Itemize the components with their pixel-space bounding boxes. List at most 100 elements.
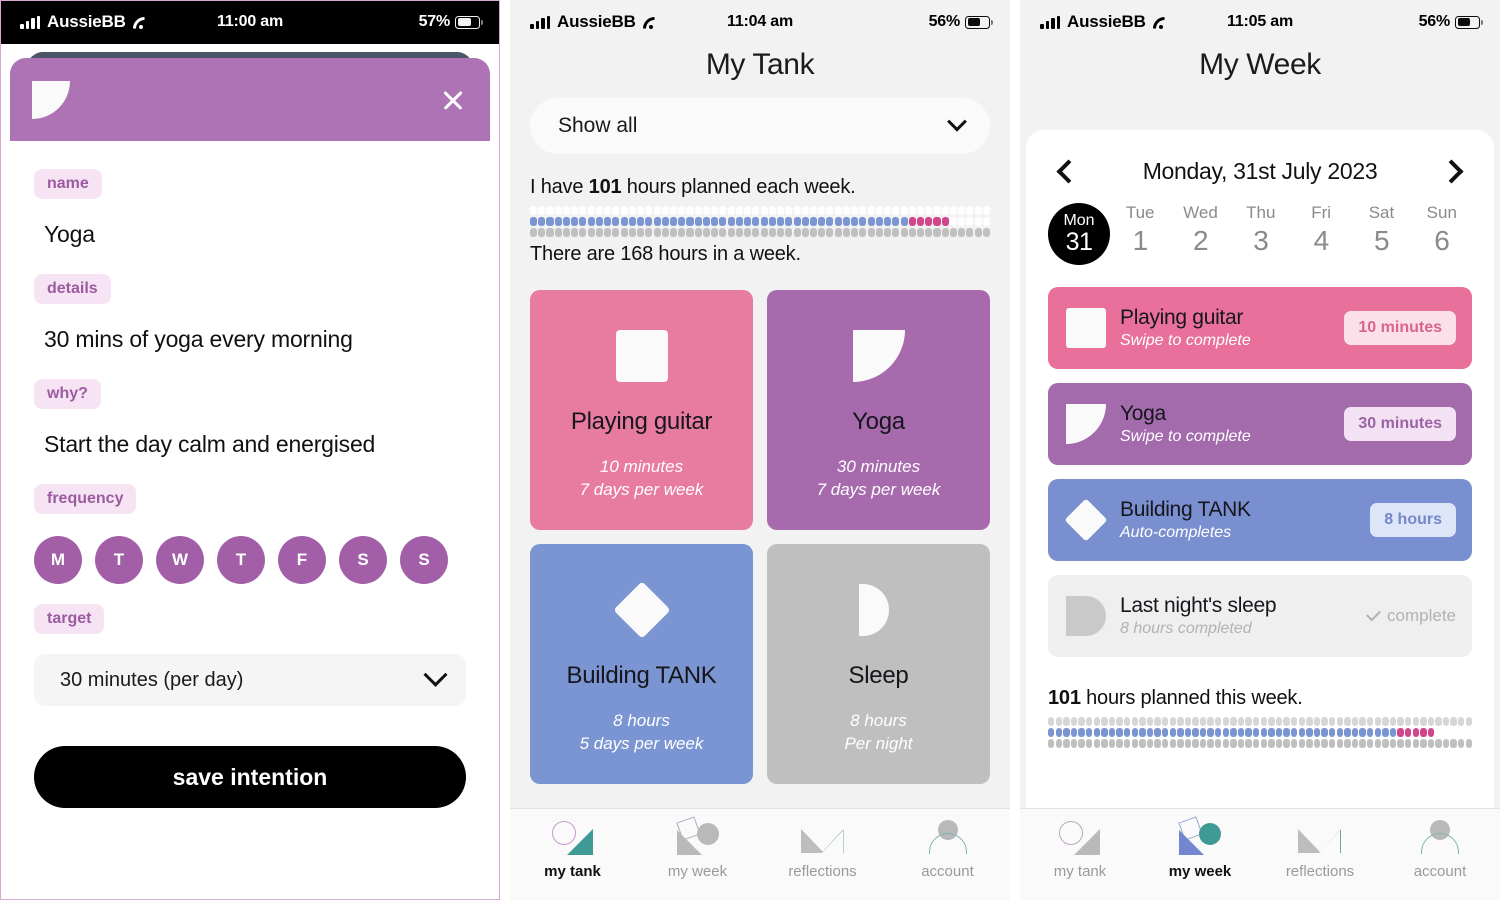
strip-segment — [1283, 739, 1290, 748]
strip-segment — [1199, 717, 1207, 726]
strip-segment — [530, 217, 538, 226]
status-left-2: AussieBB — [530, 12, 727, 32]
week-day-wed[interactable]: Wed 2 — [1170, 203, 1230, 265]
day-toggle-wed[interactable]: W — [156, 536, 204, 584]
strip-segment — [867, 217, 875, 226]
strip-segment — [1161, 717, 1169, 726]
week-day-thu[interactable]: Thu 3 — [1231, 203, 1291, 265]
strip-segment — [1450, 728, 1457, 737]
field-value-why[interactable]: Start the day calm and energised — [44, 431, 466, 458]
task-row-building-tank[interactable]: Building TANK Auto-completes 8 hours — [1048, 479, 1472, 561]
strip-segment — [1215, 739, 1222, 748]
tank-card-yoga[interactable]: Yoga 30 minutes 7 days per week — [767, 290, 990, 530]
tank-card-building-tank[interactable]: Building TANK 8 hours 5 days per week — [530, 544, 753, 784]
battery-percent-label: 56% — [928, 13, 961, 30]
tab-my-week[interactable]: my week — [635, 816, 760, 880]
filter-select[interactable]: Show all — [530, 98, 990, 154]
save-intention-button[interactable]: save intention — [34, 746, 466, 808]
strip-segment — [1359, 717, 1366, 726]
strip-segment — [744, 206, 752, 215]
strip-segment — [1412, 739, 1419, 748]
field-label-name: name — [34, 169, 102, 199]
chevron-right-icon[interactable] — [1439, 159, 1464, 184]
tab-label: account — [1413, 863, 1467, 880]
day-toggle-fri[interactable]: F — [278, 536, 326, 584]
tank-card-playing-guitar[interactable]: Playing guitar 10 minutes 7 days per wee… — [530, 290, 753, 530]
strip-segment — [637, 228, 645, 237]
panel-intention-editor: AussieBB 11:00 am 57% name Yoga details … — [0, 0, 500, 900]
tab-my-tank[interactable]: my tank — [1020, 819, 1140, 880]
field-value-details[interactable]: 30 mins of yoga every morning — [44, 326, 466, 353]
target-select-value: 30 minutes (per day) — [60, 668, 244, 691]
day-toggle-thu[interactable]: T — [217, 536, 265, 584]
strip-segment — [1063, 739, 1070, 748]
strip-segment — [842, 217, 850, 226]
tab-account[interactable]: account — [885, 819, 1010, 880]
strip-row-top — [1048, 717, 1473, 726]
week-day-fri[interactable]: Fri 4 — [1291, 203, 1351, 265]
planned-prefix: I have — [530, 176, 589, 198]
strip-segment — [974, 217, 982, 226]
week-day-num: 1 — [1132, 225, 1149, 256]
strip-segment — [982, 206, 990, 215]
target-select[interactable]: 30 minutes (per day) — [34, 654, 466, 706]
diamond-icon — [612, 581, 671, 639]
strip-segment — [1351, 739, 1359, 748]
strip-segment — [834, 228, 842, 237]
tank-card-sleep[interactable]: Sleep 8 hours Per night — [767, 544, 990, 784]
strip-segment — [661, 206, 669, 215]
strip-segment — [1146, 717, 1154, 726]
strip-segment — [1253, 717, 1260, 726]
strip-segment — [546, 206, 554, 215]
strip-segment — [661, 217, 669, 226]
tab-my-tank[interactable]: my tank — [510, 819, 635, 880]
chevron-left-icon[interactable] — [1056, 159, 1081, 184]
strip-segment — [875, 228, 883, 237]
strip-segment — [1389, 739, 1397, 748]
strip-segment — [1359, 739, 1366, 748]
day-toggle-mon[interactable]: M — [34, 536, 82, 584]
week-day-sun[interactable]: Sun 6 — [1412, 203, 1472, 265]
tank-card-line2: 7 days per week — [579, 480, 704, 500]
strip-segment — [1230, 728, 1237, 737]
week-day-tue[interactable]: Tue 1 — [1110, 203, 1170, 265]
strip-segment — [1313, 717, 1321, 726]
strip-segment — [735, 228, 743, 237]
week-day-sat[interactable]: Sat 5 — [1351, 203, 1411, 265]
day-toggle-sat[interactable]: S — [339, 536, 387, 584]
strip-segment — [1245, 717, 1252, 726]
field-value-name[interactable]: Yoga — [44, 221, 466, 248]
tab-my-week[interactable]: my week — [1140, 816, 1260, 880]
week-day-mon[interactable]: Mon 31 — [1048, 203, 1110, 265]
tab-account[interactable]: account — [1380, 819, 1500, 880]
strip-segment — [1048, 717, 1055, 726]
strip-segment — [562, 217, 570, 226]
strip-segment — [1458, 717, 1465, 726]
day-toggle-tue[interactable]: T — [95, 536, 143, 584]
close-icon[interactable] — [438, 85, 468, 115]
field-label-target: target — [34, 604, 105, 634]
week-hours-summary: 101 hours planned this week. — [1048, 687, 1473, 748]
strip-segment — [1328, 717, 1336, 726]
strip-segment — [1328, 739, 1336, 748]
task-row-last-nights-sleep[interactable]: Last night's sleep 8 hours completed com… — [1048, 575, 1472, 657]
strip-segment — [1101, 739, 1108, 748]
task-row-playing-guitar[interactable]: Playing guitar Swipe to complete 10 minu… — [1048, 287, 1472, 369]
strip-segment — [620, 217, 628, 226]
task-title: Last night's sleep — [1120, 594, 1277, 617]
strip-segment — [818, 206, 826, 215]
strip-segment — [1374, 717, 1381, 726]
tab-reflections[interactable]: reflections — [1260, 819, 1380, 880]
strip-segment — [859, 228, 867, 237]
week-day-dow: Fri — [1311, 203, 1332, 222]
tab-reflections[interactable]: reflections — [760, 819, 885, 880]
task-row-yoga[interactable]: Yoga Swipe to complete 30 minutes — [1048, 383, 1472, 465]
frequency-day-selector[interactable]: M T W T F S S — [34, 536, 466, 584]
strip-segment — [1336, 739, 1343, 748]
battery-icon — [965, 15, 994, 29]
strip-segment — [1070, 717, 1078, 726]
week-day-dow: Sun — [1426, 203, 1457, 222]
day-toggle-sun[interactable]: S — [400, 536, 448, 584]
strip-segment — [538, 228, 546, 237]
